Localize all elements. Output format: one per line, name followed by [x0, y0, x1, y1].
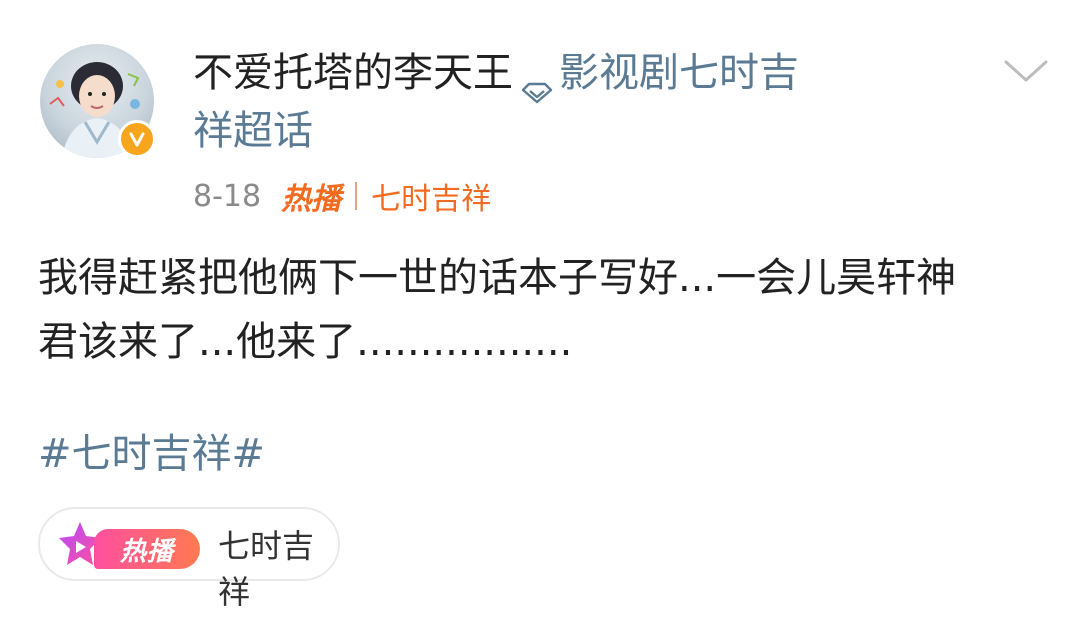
post-header: 不爱托塔的李天王 影视剧七时吉 祥超话	[193, 44, 873, 160]
diamond-icon	[519, 63, 555, 104]
post-content: 我得赶紧把他俩下一世的话本子写好...一会儿昊轩神 君该来了...他来了....…	[38, 246, 1048, 374]
hashtag-link[interactable]: #七时吉祥#	[38, 424, 265, 484]
hot-play-badge: 热播	[94, 529, 200, 569]
hot-play-label: 七时吉祥	[218, 527, 315, 611]
content-line-2: 君该来了...他来了.................	[38, 319, 573, 365]
content-line-1: 我得赶紧把他俩下一世的话本子写好...一会儿昊轩神	[38, 255, 957, 301]
post-meta: 8-18 热播 七时吉祥	[193, 174, 491, 218]
meta-topic-link[interactable]: 七时吉祥	[371, 174, 491, 218]
divider	[355, 182, 358, 210]
username[interactable]: 不爱托塔的李天王	[193, 50, 513, 96]
chevron-down-icon[interactable]	[1002, 56, 1050, 86]
post-date: 8-18	[193, 178, 262, 214]
topic-link[interactable]: 影视剧七时吉	[559, 50, 799, 96]
verified-badge-icon	[118, 120, 156, 158]
topic-link-continued[interactable]: 祥超话	[193, 108, 313, 154]
hot-tag: 热播	[281, 182, 342, 217]
hot-play-pill[interactable]: 热播 七时吉祥	[38, 507, 340, 611]
